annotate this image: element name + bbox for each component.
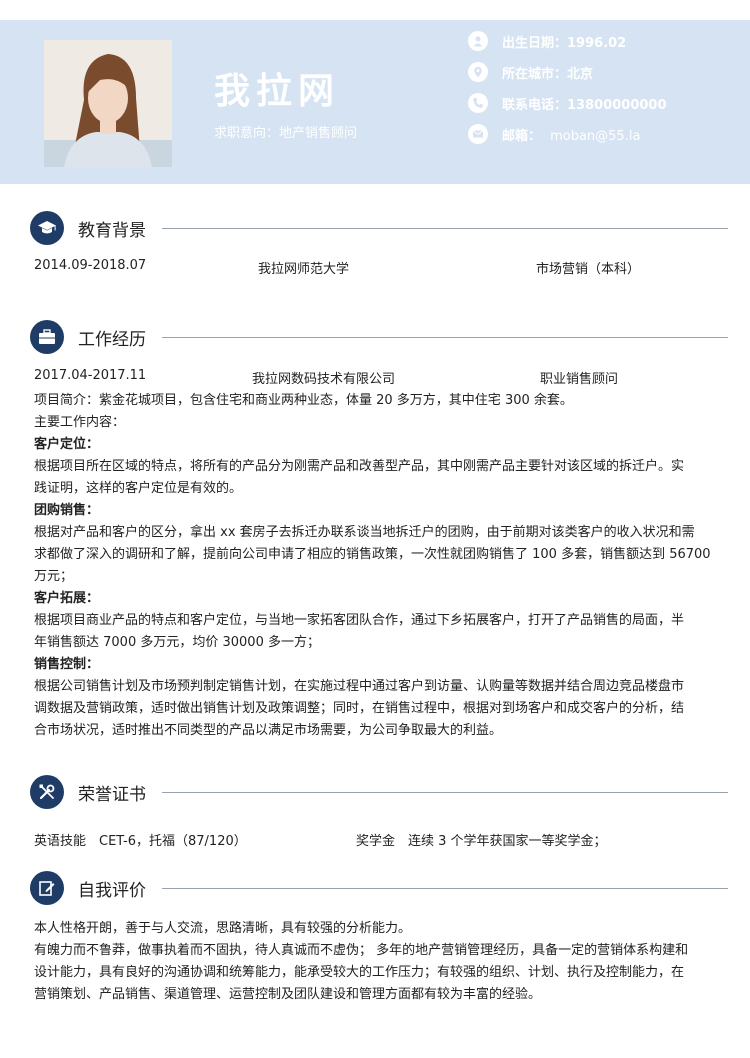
tools-icon [30,775,64,809]
education-school: 我拉网师范大学 [258,262,350,277]
work-period: 2017.04-2017.11 [34,368,147,383]
work-duties-label: 主要工作内容： [34,415,126,430]
info-city: 所在城市：北京 [468,61,593,83]
location-pin-icon [468,62,488,82]
candidate-name: 我拉网 [214,71,341,112]
section-title: 教育背景 [78,221,146,241]
honor-scholarship: 奖学金 连续 3 个学年获国家一等奖学金； [356,834,607,849]
info-label: 出生日期： [502,35,568,51]
self-eval-line: 有魄力而不鲁莽，做事执着而不固执，待人真诚而不虚伪； 多年的地产营销管理经历，具… [34,943,689,958]
section-divider [162,228,728,229]
work-item-line: 年销售额达 7000 多万元，均价 30000 多一方； [34,635,320,650]
work-item-line: 践证明，这样的客户定位是有效的。 [34,481,243,496]
work-position: 职业销售顾问 [540,372,619,387]
job-target: 求职意向：地产销售顾问 [214,126,358,141]
work-item-line: 调数据及营销政策，适时做出销售计划及政策调整；同时，在销售过程中，根据对到场客户… [34,701,685,716]
self-eval-line: 营销策划、产品销售、渠道管理、运营控制及团队建设和管理方面都有较为丰富的经验。 [34,987,542,1002]
info-value: moban@55.la [550,128,641,144]
education-section-header: 教育背景 [30,211,728,245]
info-value: 13800000000 [567,97,667,113]
section-divider [162,888,728,889]
info-label: 所在城市： [502,66,568,82]
section-divider [162,337,728,338]
graduation-cap-icon [30,211,64,245]
mail-icon [468,124,488,144]
honors-section-header: 荣誉证书 [30,775,728,809]
user-icon [468,31,488,51]
info-phone: 联系电话：13800000000 [468,92,667,114]
work-item-line: 根据公司销售计划及市场预判制定销售计划，在实施过程中通过客户到访量、认购量等数据… [34,679,685,694]
work-company: 我拉网数码技术有限公司 [252,372,396,387]
self-eval-line: 设计能力，具有良好的沟通协调和统筹能力，能承受较大的工作压力；有较强的组织、计划… [34,965,685,980]
work-item-line: 万元； [34,569,74,584]
work-item-line: 根据项目商业产品的特点和客户定位，与当地一家拓客团队合作，通过下乡拓展客户，打开… [34,613,685,628]
work-item-line: 合市场状况，适时推出不同类型的产品以满足市场需要，为公司争取最大的利益。 [34,723,503,738]
info-value: 1996.02 [567,35,627,51]
work-item-line: 求都做了深入的调研和了解，提前向公司申请了相应的销售政策，一次性就团购销售了 1… [34,547,711,562]
info-label: 联系电话： [502,97,568,113]
info-label: 邮箱： [502,128,542,144]
self-eval-line: 本人性格开朗，善于与人交流，思路清晰，具有较强的分析能力。 [34,921,412,936]
section-title: 工作经历 [78,330,146,350]
contact-info: 出生日期：1996.02 所在城市：北京 联系电话：13800000000 邮箱… [468,20,750,184]
honor-english: 英语技能 CET-6，托福（87/120） [34,834,247,849]
phone-icon [468,93,488,113]
work-item-line: 根据项目所在区域的特点，将所有的产品分为刚需产品和改善型产品，其中刚需产品主要针… [34,459,685,474]
education-major: 市场营销（本科） [536,262,641,277]
profile-photo [44,40,172,167]
info-value: 北京 [567,66,594,82]
work-item-heading: 销售控制： [34,657,100,672]
self-eval-section-header: 自我评价 [30,871,728,905]
section-divider [162,792,728,793]
work-item-heading: 客户拓展： [34,591,100,606]
info-email: 邮箱： moban@55.la [468,123,640,145]
work-section-header: 工作经历 [30,320,728,354]
work-item-heading: 团购销售： [34,503,100,518]
info-birth: 出生日期：1996.02 [468,30,626,52]
work-intro: 项目简介：紫金花城项目，包含住宅和商业两种业态，体量 20 多万方，其中住宅 3… [34,393,573,408]
section-title: 自我评价 [78,881,146,901]
work-item-line: 根据对产品和客户的区分，拿出 xx 套房子去拆迁办联系谈当地拆迁户的团购，由于前… [34,525,695,540]
edit-icon [30,871,64,905]
briefcase-icon [30,320,64,354]
education-period: 2014.09-2018.07 [34,258,147,273]
resume-header: 我拉网 求职意向：地产销售顾问 出生日期：1996.02 所在城市：北京 联系电… [0,20,750,184]
section-title: 荣誉证书 [78,785,146,805]
work-item-heading: 客户定位： [34,437,100,452]
